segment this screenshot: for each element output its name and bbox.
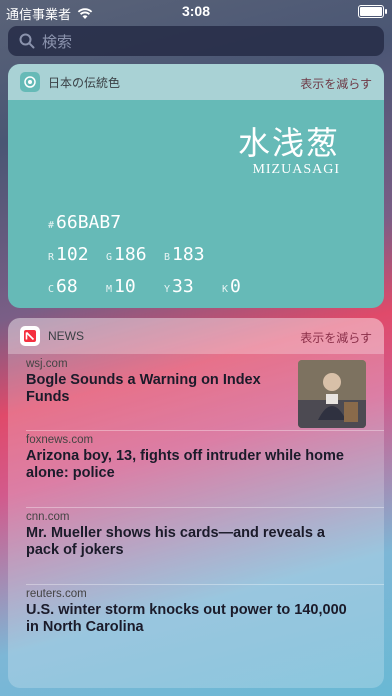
news-source: wsj.com	[26, 358, 68, 370]
hex-value: 66BAB7	[56, 212, 122, 233]
divider	[26, 507, 384, 508]
app-name: NEWS	[48, 329, 84, 343]
search-bar[interactable]: 検索	[8, 26, 384, 56]
show-less-button[interactable]: 表示を減らす	[300, 329, 372, 346]
y-value: 33	[172, 276, 194, 297]
news-item[interactable]: reuters.com U.S. winter storm knocks out…	[26, 588, 356, 636]
color-app-icon	[20, 72, 40, 92]
k-value: 0	[230, 276, 241, 297]
search-placeholder: 検索	[42, 33, 73, 51]
m-value: 10	[114, 276, 136, 297]
status-bar: 通信事業者 3:08	[0, 0, 392, 22]
battery-icon	[358, 5, 387, 18]
r-value: 102	[56, 244, 89, 265]
news-title: Mr. Mueller shows his cards—and reveals …	[26, 525, 325, 558]
color-name-kanji: 水浅葱	[237, 124, 340, 162]
color-name-romaji: MIZUASAGI	[252, 162, 340, 177]
search-icon	[19, 33, 35, 49]
news-title: Arizona boy, 13, fights off intruder whi…	[26, 448, 344, 481]
widget-header: 日本の伝統色 表示を減らす	[8, 64, 384, 100]
cmyk-codes: C 68 M 10 Y 33 K 0	[48, 276, 241, 297]
news-item[interactable]: wsj.com Bogle Sounds a Warning on Index …	[26, 358, 296, 406]
news-title: Bogle Sounds a Warning on Index Funds	[26, 372, 261, 405]
divider	[26, 584, 384, 585]
rgb-codes: R 102 G 186 B 183	[48, 244, 205, 265]
news-source: cnn.com	[26, 511, 70, 523]
color-widget[interactable]: 日本の伝統色 表示を減らす 水浅葱 MIZUASAGI #66BAB7 R 102…	[8, 64, 384, 308]
divider	[26, 430, 384, 431]
c-value: 68	[56, 276, 78, 297]
news-title: U.S. winter storm knocks out power to 14…	[26, 602, 347, 635]
news-item[interactable]: cnn.com Mr. Mueller shows his cards—and …	[26, 511, 356, 559]
news-source: foxnews.com	[26, 434, 94, 446]
news-app-icon	[20, 326, 40, 346]
b-value: 183	[172, 244, 205, 265]
news-source: reuters.com	[26, 588, 87, 600]
hex-code: #66BAB7	[48, 212, 122, 233]
clock: 3:08	[181, 3, 211, 19]
news-thumbnail[interactable]	[298, 360, 366, 428]
news-item[interactable]: foxnews.com Arizona boy, 13, fights off …	[26, 434, 356, 482]
g-value: 186	[114, 244, 147, 265]
widget-header: NEWS 表示を減らす	[8, 318, 384, 354]
news-widget[interactable]: NEWS 表示を減らす wsj.com Bogle Sounds a Warni…	[8, 318, 384, 688]
show-less-button[interactable]: 表示を減らす	[300, 75, 372, 92]
app-name: 日本の伝統色	[48, 75, 121, 90]
